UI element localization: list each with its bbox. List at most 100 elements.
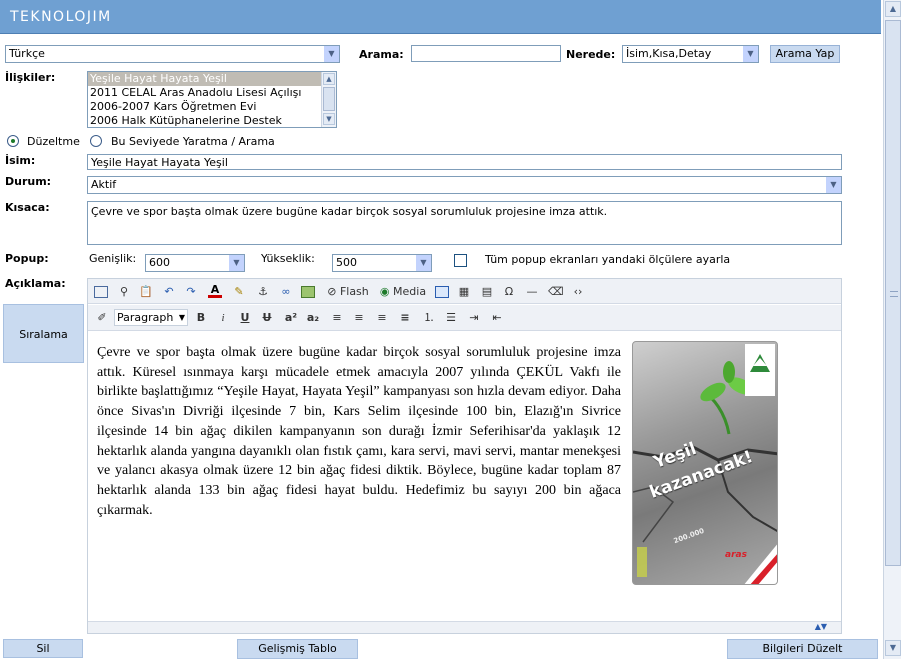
grip-icon: [890, 291, 898, 297]
find-icon[interactable]: ⚲: [116, 284, 132, 300]
undo-icon[interactable]: ↶: [162, 284, 176, 300]
rich-text-editor[interactable]: ⚲ 📋 ↶ ↷ A ✎ ⚓ ∞ ⊘ Flash ◉ Media ▦ ▤ Ω — …: [87, 278, 842, 634]
format-brush-icon[interactable]: ✐: [94, 310, 110, 326]
chevron-down-icon: ▼: [415, 255, 431, 271]
poster-brand: aras: [725, 550, 747, 560]
summary-label: Kısaca:: [5, 201, 50, 214]
html-source-icon[interactable]: ‹›: [570, 284, 586, 300]
delete-button[interactable]: Sil: [3, 639, 83, 658]
language-select-value: Türkçe: [9, 47, 45, 60]
popup-all-label: Tüm popup ekranları yandaki ölçülere aya…: [485, 253, 731, 266]
media-button[interactable]: ◉ Media: [378, 284, 428, 300]
edit-radio-label: Düzeltme: [27, 135, 80, 148]
flash-button[interactable]: ⊘ Flash: [325, 284, 371, 300]
description-label: Açıklama:: [5, 277, 66, 290]
chevron-down-icon: ▼: [228, 255, 244, 271]
align-center-icon[interactable]: ≡: [352, 310, 366, 326]
popup-width-label: Genişlik:: [89, 252, 137, 265]
media-icon: ◉: [379, 285, 390, 298]
ordered-list-icon[interactable]: ⒈: [421, 310, 437, 326]
where-select[interactable]: İsim,Kısa,Detay ▼: [622, 45, 759, 63]
table-props-icon[interactable]: ▦: [456, 284, 472, 300]
table-icon[interactable]: [435, 286, 449, 298]
campaign-poster-image: Yeşil kazanacak! 200.000 aras: [632, 341, 778, 585]
eraser-icon[interactable]: ⌫: [548, 284, 564, 300]
resize-arrows-icon[interactable]: ▲▼: [815, 622, 827, 631]
indent-icon[interactable]: ⇥: [466, 310, 482, 326]
create-radio-label: Bu Seviyede Yaratma / Arama: [111, 135, 275, 148]
popup-height-value: 500: [336, 256, 357, 269]
unordered-list-icon[interactable]: ☰: [443, 310, 459, 326]
horizontal-rule-icon[interactable]: —: [525, 284, 539, 300]
scroll-up-arrow-icon[interactable]: ▲: [323, 73, 335, 85]
status-select-value: Aktif: [91, 178, 117, 191]
flash-label: Flash: [339, 285, 369, 298]
summary-textarea[interactable]: Çevre ve spor başta olmak üzere bugüne k…: [87, 201, 842, 245]
bold-icon[interactable]: B: [194, 310, 208, 326]
where-select-value: İsim,Kısa,Detay: [626, 47, 712, 60]
scroll-down-arrow-icon[interactable]: ▼: [885, 640, 901, 656]
flash-icon: ⊘: [327, 285, 337, 298]
outdent-icon[interactable]: ⇤: [489, 310, 505, 326]
align-justify-icon[interactable]: ≡: [398, 310, 412, 326]
name-input[interactable]: Yeşile Hayat Hayata Yeşil: [87, 154, 842, 170]
where-label: Nerede:: [566, 48, 616, 61]
sort-button[interactable]: Sıralama: [3, 304, 84, 363]
align-left-icon[interactable]: ≡: [330, 310, 344, 326]
edit-radio[interactable]: [7, 135, 19, 147]
subscript-icon[interactable]: a₂: [305, 310, 321, 326]
highlight-icon[interactable]: ✎: [231, 284, 247, 300]
scroll-up-arrow-icon[interactable]: ▲: [885, 1, 901, 17]
scrollbar-thumb[interactable]: [885, 20, 901, 566]
status-label: Durum:: [5, 175, 52, 188]
media-label: Media: [393, 285, 427, 298]
advanced-table-button[interactable]: Gelişmiş Tablo: [237, 639, 358, 659]
scroll-down-arrow-icon[interactable]: ▼: [323, 113, 335, 125]
search-label: Arama:: [359, 48, 404, 61]
app-logo: TEKNOLOJIM: [10, 9, 112, 25]
image-icon[interactable]: [301, 286, 315, 298]
underline-icon[interactable]: U: [238, 310, 252, 326]
list-item[interactable]: 2006 Halk Kütüphanelerine Destek: [88, 114, 336, 127]
italic-icon[interactable]: i: [216, 310, 230, 326]
list-item[interactable]: Yeşile Hayat Hayata Yeşil: [88, 72, 336, 86]
app-header: TEKNOLOJIM: [0, 0, 881, 34]
popup-all-checkbox[interactable]: [454, 254, 467, 267]
language-select[interactable]: Türkçe ▼: [5, 45, 340, 63]
relations-label: İlişkiler:: [5, 71, 56, 84]
popup-width-value: 600: [149, 256, 170, 269]
chevron-down-icon: ▼: [178, 313, 185, 322]
fullscreen-icon[interactable]: [94, 286, 108, 298]
list-item[interactable]: 2006-2007 Kars Öğretmen Evi: [88, 100, 336, 114]
update-info-button[interactable]: Bilgileri Düzelt: [727, 639, 878, 659]
radio-dot-icon: [11, 139, 15, 143]
list-scrollbar[interactable]: ▲ ▼: [321, 72, 336, 127]
page-scrollbar[interactable]: ▲ ▼: [883, 0, 901, 659]
chevron-down-icon: ▼: [825, 177, 841, 193]
template-icon[interactable]: ▤: [480, 284, 494, 300]
anchor-icon[interactable]: ⚓: [256, 284, 270, 300]
relations-list[interactable]: Yeşile Hayat Hayata Yeşil 2011 CELAL Ara…: [87, 71, 337, 128]
redo-icon[interactable]: ↷: [184, 284, 198, 300]
special-char-icon[interactable]: Ω: [502, 284, 516, 300]
name-label: İsim:: [5, 154, 36, 167]
popup-width-select[interactable]: 600 ▼: [145, 254, 245, 272]
editor-toolbar-top: ⚲ 📋 ↶ ↷ A ✎ ⚓ ∞ ⊘ Flash ◉ Media ▦ ▤ Ω — …: [88, 279, 841, 304]
superscript-icon[interactable]: a²: [283, 310, 299, 326]
scrollbar-thumb[interactable]: [323, 87, 335, 111]
create-radio[interactable]: [90, 135, 102, 147]
search-input[interactable]: [411, 45, 561, 62]
text-color-icon[interactable]: A: [208, 284, 222, 298]
align-right-icon[interactable]: ≡: [375, 310, 389, 326]
editor-content[interactable]: Çevre ve spor başta olmak üzere bugüne k…: [97, 343, 621, 520]
chevron-down-icon: ▼: [323, 46, 339, 62]
popup-height-select[interactable]: 500 ▼: [332, 254, 432, 272]
status-select[interactable]: Aktif ▼: [87, 176, 842, 194]
paragraph-format-select[interactable]: Paragraph ▼: [114, 309, 188, 326]
search-button[interactable]: Arama Yap: [770, 45, 840, 63]
link-icon[interactable]: ∞: [278, 284, 294, 300]
strikethrough-icon[interactable]: U: [260, 310, 274, 326]
popup-height-label: Yükseklik:: [261, 252, 315, 265]
paste-icon[interactable]: 📋: [138, 284, 154, 300]
list-item[interactable]: 2011 CELAL Aras Anadolu Lisesi Açılışı: [88, 86, 336, 100]
